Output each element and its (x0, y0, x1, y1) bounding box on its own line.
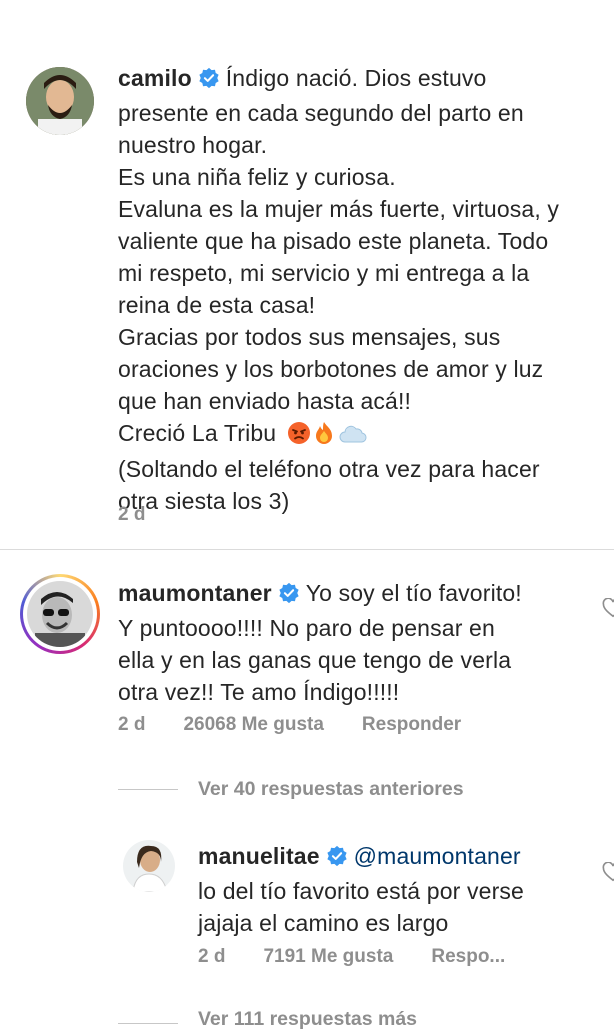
reply-button[interactable]: Responder (362, 714, 461, 735)
comment-line: Y puntoooo!!!! No paro de pensar en (118, 615, 495, 641)
like-heart-icon[interactable] (602, 598, 614, 618)
verified-badge-icon (326, 843, 348, 875)
comment-maumontaner: maumontaner Yo soy el tío favorito! Y pun… (118, 577, 598, 708)
fire-emoji-icon (313, 421, 335, 453)
reply-button[interactable]: Respo... (431, 946, 505, 967)
replies-divider-line (118, 789, 178, 790)
avatar-maumontaner[interactable] (20, 574, 100, 654)
avatar-camilo[interactable] (26, 67, 94, 135)
timestamp: 2 d (198, 946, 226, 967)
comment-line: nuestro hogar. (118, 132, 268, 158)
cloud-emoji-icon (339, 420, 367, 452)
likes-count[interactable]: 26068 Me gusta (183, 714, 323, 735)
username-camilo[interactable]: camilo (118, 65, 192, 91)
reply-meta-manuelitae: 2 d 7191 Me gusta Respo... (198, 946, 543, 968)
timestamp: 2 d (118, 714, 146, 735)
comment-line: jajaja el camino es largo (198, 910, 449, 936)
like-heart-icon[interactable] (602, 862, 614, 882)
comment-line: Creció La Tribu (118, 420, 277, 446)
mention-link[interactable]: @maumontaner (354, 843, 521, 869)
username-manuelitae[interactable]: manuelitae (198, 843, 320, 869)
avatar-camilo-image (26, 67, 94, 135)
divider (0, 549, 614, 550)
verified-badge-icon (278, 580, 300, 612)
comment-meta-maumontaner: 2 d 26068 Me gusta Responder (118, 714, 499, 736)
comment-line: (Soltando el teléfono otra vez para hace… (118, 456, 540, 482)
comment-line: otra vez!! Te amo Índigo!!!!! (118, 679, 400, 705)
comment-line: Es una niña feliz y curiosa. (118, 164, 396, 190)
comment-line: reina de esta casa! (118, 292, 316, 318)
comment-line: Gracias por todos sus mensajes, sus (118, 324, 501, 350)
timestamp: 2 d (118, 504, 146, 525)
view-previous-replies[interactable]: Ver 40 respuestas anteriores (198, 778, 464, 801)
view-more-replies[interactable]: Ver 111 respuestas más (198, 1008, 417, 1031)
comment-line: mi respeto, mi servicio y mi entrega a l… (118, 260, 530, 286)
avatar-maumontaner-image (27, 581, 93, 647)
comment-meta-camilo: 2 d (118, 504, 183, 526)
avatar-manuelitae[interactable] (123, 840, 175, 892)
replies-divider-line (118, 1023, 178, 1024)
comment-line: Evaluna es la mujer más fuerte, virtuosa… (118, 196, 560, 222)
likes-count[interactable]: 7191 Me gusta (263, 946, 393, 967)
comment-line: presente en cada segundo del parto en (118, 100, 524, 126)
comment-line: valiente que ha pisado este planeta. Tod… (118, 228, 549, 254)
comment-line: ella y en las ganas que tengo de verla (118, 647, 512, 673)
comment-line: oraciones y los borbotones de amor y luz (118, 356, 544, 382)
comment-camilo: camilo Índigo nació. Dios estuvo presente… (118, 62, 598, 517)
comment-line: Índigo nació. Dios estuvo (225, 65, 487, 91)
reply-manuelitae: manuelitae @maumontaner lo del tío favori… (198, 840, 598, 939)
comment-line: lo del tío favorito está por verse (198, 878, 524, 904)
verified-badge-icon (198, 65, 220, 97)
angry-face-emoji-icon (287, 421, 311, 453)
username-maumontaner[interactable]: maumontaner (118, 580, 272, 606)
comment-line: que han enviado hasta acá!! (118, 388, 412, 414)
comment-line: otra siesta los 3) (118, 488, 290, 514)
avatar-manuelitae-image (123, 840, 175, 892)
comment-line: Yo soy el tío favorito! (305, 580, 522, 606)
